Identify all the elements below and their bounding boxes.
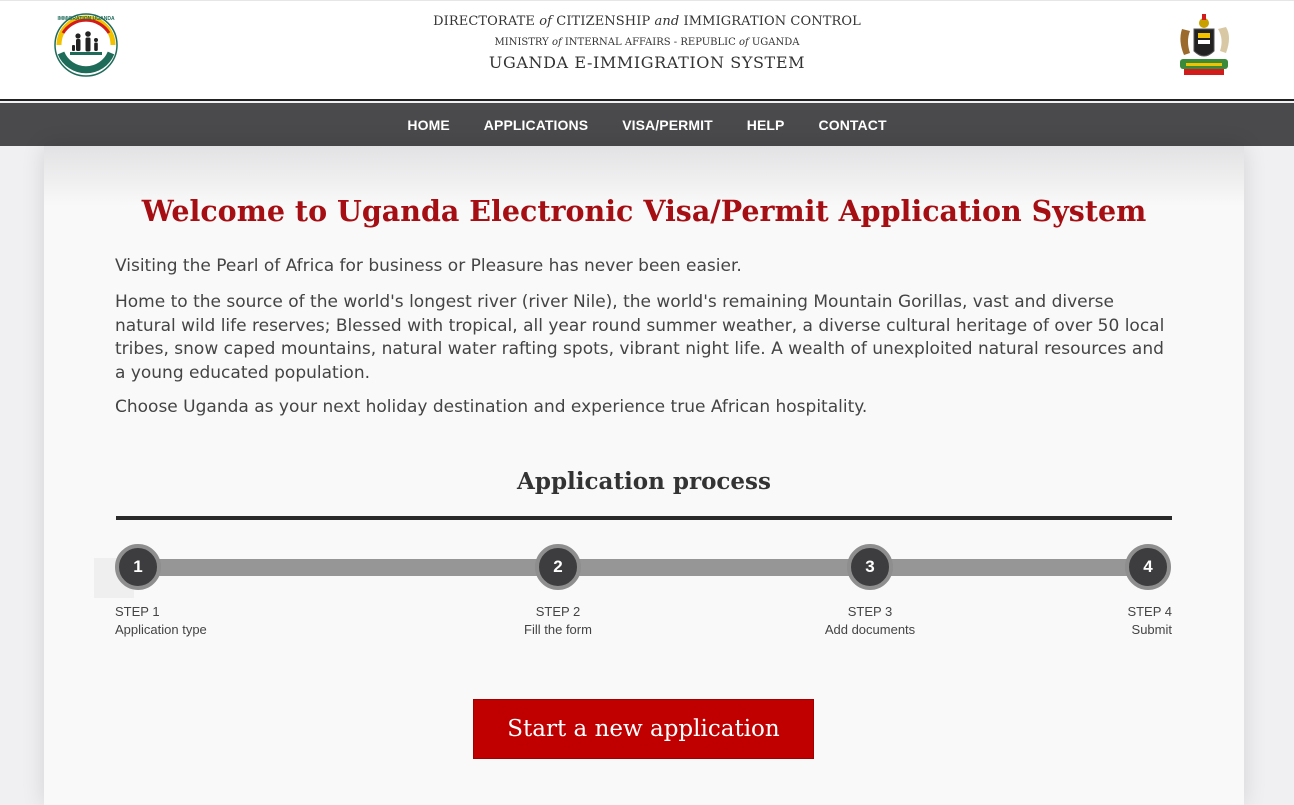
step-3-circle: 3 (847, 544, 893, 590)
intro-paragraph-1: Visiting the Pearl of Africa for busines… (115, 256, 742, 276)
main-nav: HOME APPLICATIONS VISA/PERMIT HELP CONTA… (0, 103, 1294, 146)
step-1-circle: 1 (115, 544, 161, 590)
step-4-title: STEP 4 (1127, 604, 1172, 619)
process-divider (116, 516, 1172, 520)
process-title: Application process (517, 468, 771, 495)
step-2-desc: Fill the form (524, 622, 592, 637)
step-3-title: STEP 3 (847, 604, 893, 619)
ministry-line: MINISTRY of INTERNAL AFFAIRS - REPUBLIC … (494, 37, 800, 48)
intro-paragraph-2: Home to the source of the world's longes… (115, 292, 1165, 383)
site-header: IMMIGRATION UGANDA DIRECTORATE of CITIZE… (0, 0, 1294, 101)
nav-home[interactable]: HOME (407, 117, 449, 133)
directorate-line: DIRECTORATE of CITIZENSHIP and IMMIGRATI… (433, 14, 861, 29)
step-4-label: STEP 4 Submit (1074, 603, 1172, 639)
step-4-desc: Submit (1131, 622, 1172, 637)
intro-paragraph-3: Choose Uganda as your next holiday desti… (115, 397, 868, 417)
step-2-title: STEP 2 (535, 604, 581, 619)
nav-applications[interactable]: APPLICATIONS (484, 117, 588, 133)
uganda-coat-of-arms-icon (1172, 11, 1236, 79)
step-2-circle: 2 (535, 544, 581, 590)
step-3-label: STEP 3 Add documents (807, 603, 933, 639)
step-4-circle: 4 (1125, 544, 1171, 590)
step-1-title: STEP 1 (115, 604, 160, 619)
step-1-desc: Application type (115, 622, 207, 637)
nav-visa-permit[interactable]: VISA/PERMIT (622, 117, 713, 133)
start-new-application-button[interactable]: Start a new application (473, 699, 814, 759)
main-panel: Welcome to Uganda Electronic Visa/Permit… (44, 146, 1244, 805)
system-name: UGANDA E-IMMIGRATION SYSTEM (488, 53, 806, 72)
step-3-desc: Add documents (824, 622, 916, 637)
nav-help[interactable]: HELP (747, 117, 785, 133)
progress-track (139, 559, 1147, 576)
header-title-block: DIRECTORATE of CITIZENSHIP and IMMIGRATI… (0, 13, 1294, 74)
step-2-label: STEP 2 Fill the form (508, 603, 608, 639)
nav-contact[interactable]: CONTACT (819, 117, 887, 133)
welcome-title: Welcome to Uganda Electronic Visa/Permit… (141, 194, 1147, 228)
step-1-label: STEP 1 Application type (115, 603, 207, 639)
